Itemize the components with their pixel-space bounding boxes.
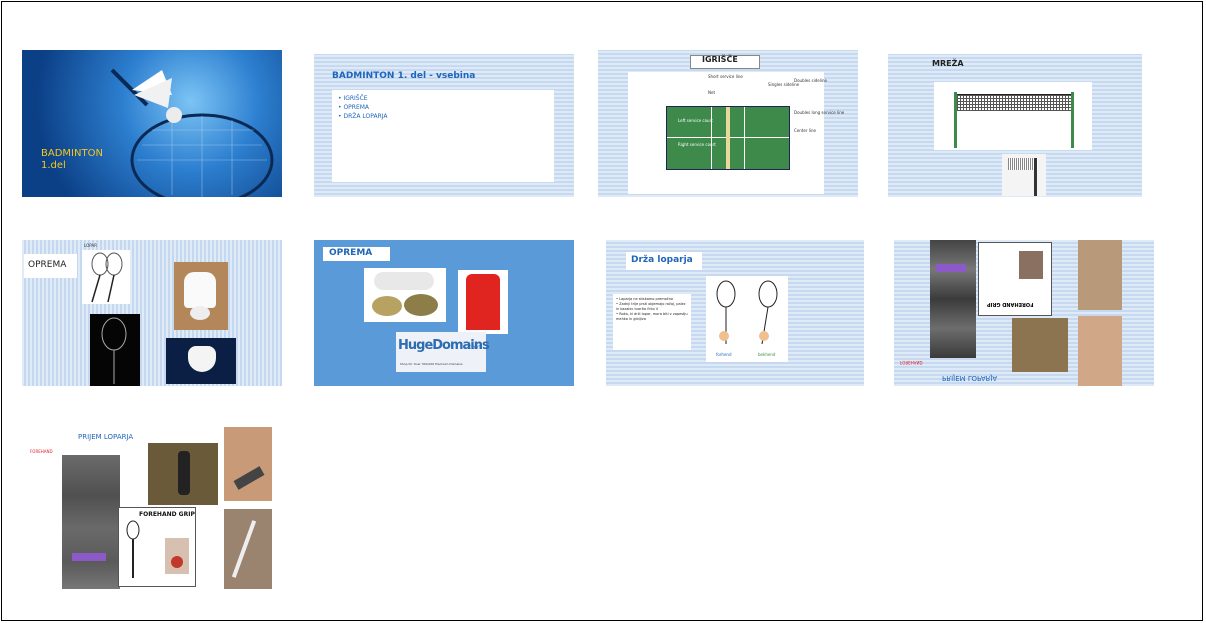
slide-thumbnail-4[interactable]: MREŽA bbox=[888, 54, 1142, 197]
slide-sorter-panel: BADMINTON 1.del BADMINTON 1. del - vsebi… bbox=[1, 1, 1203, 621]
slide-thumbnail-6[interactable]: OPREMA HugeDomains .com Shop for Over 30… bbox=[314, 240, 574, 386]
center-line-left bbox=[667, 137, 726, 138]
label-singles-sideline: Singles sideline bbox=[768, 82, 800, 87]
mirrored-label-forehand: FOREHAND bbox=[900, 360, 923, 365]
player-photo-mirrored bbox=[1012, 318, 1068, 372]
slide-thumbnail-2[interactable]: BADMINTON 1. del - vsebina • IGRIŠČE • O… bbox=[314, 54, 574, 197]
slide-3-title: IGRIŠČE bbox=[702, 55, 738, 64]
content-box: • IGRIŠČE • OPREMA • DRŽA LOPARJA bbox=[332, 90, 554, 182]
hugedomains-ad[interactable]: HugeDomains .com Shop for Over 300,000 P… bbox=[396, 332, 490, 372]
slide-thumbnail-3[interactable]: IGRIŠČE Short service line Doubles sidel… bbox=[598, 50, 858, 197]
slide-9-title: PRIJEM LOPARJA bbox=[78, 433, 134, 441]
ad-tagline: Shop for Over 300,000 Premium Domains bbox=[400, 362, 463, 366]
slide-1-title: BADMINTON bbox=[41, 148, 103, 159]
label-center-line: Center line bbox=[794, 128, 816, 133]
service-line-left bbox=[711, 107, 712, 169]
caption-forhend: forhend bbox=[716, 352, 732, 357]
shuttlecock-photo bbox=[174, 262, 228, 330]
label-net: Net bbox=[708, 90, 716, 95]
slide-thumbnail-7[interactable]: Drža loparja • Loparja ne stiskamo premo… bbox=[606, 240, 864, 386]
grip-racket-icon bbox=[716, 280, 778, 345]
label-racket: LOPAR bbox=[84, 243, 97, 248]
label-doubles-long-service-line: Doubles long service line bbox=[794, 110, 845, 115]
shoes-photo bbox=[364, 268, 446, 322]
bullet-box: • Loparja ne stiskamo premočno • Zadnji … bbox=[613, 294, 691, 350]
slide-1-subtitle: 1.del bbox=[41, 160, 66, 171]
slide-2-title: BADMINTON 1. del - vsebina bbox=[332, 71, 476, 81]
mirrored-label-forehand-grip: FOREHAND GRIP bbox=[987, 301, 1034, 307]
caption-bekhend: bekhend bbox=[758, 352, 776, 357]
grip-diagram: forhend bekhend bbox=[706, 276, 788, 362]
list-item: • Zadnji trije prsti objemajo ročaj, pal… bbox=[616, 302, 686, 311]
grip-diagram-mirrored: FOREHAND GRIP bbox=[978, 242, 1052, 316]
net-mesh bbox=[957, 94, 1071, 111]
net-line bbox=[726, 107, 730, 169]
list-item: • IGRIŠČE bbox=[338, 95, 368, 102]
racket-photo bbox=[82, 250, 130, 304]
label-left-service-court: Left service court bbox=[678, 118, 713, 123]
racket-icon bbox=[91, 252, 123, 303]
list-item: • DRŽA LOPARJA bbox=[338, 113, 388, 120]
shuttle-photo bbox=[1078, 240, 1122, 310]
slide-5-title: OPREMA bbox=[28, 260, 67, 270]
hand-grip-photo bbox=[1078, 316, 1122, 386]
hand-photo bbox=[224, 427, 272, 501]
bullet-list: • IGRIŠČE • OPREMA • DRŽA LOPARJA bbox=[338, 94, 388, 121]
net-diagram bbox=[934, 82, 1092, 150]
center-line-right bbox=[730, 137, 789, 138]
court-diagram bbox=[666, 106, 790, 170]
service-line-right bbox=[744, 107, 745, 169]
slide-thumbnail-5[interactable]: OPREMA LOPAR ŽOGICA bbox=[22, 240, 282, 386]
hands-photo-strip bbox=[62, 455, 120, 589]
label-forehand: FOREHAND bbox=[30, 449, 53, 454]
mirrored-title: PRIJEM LOPARJA bbox=[942, 374, 998, 382]
net-post-right bbox=[1071, 92, 1074, 148]
shirt-photo bbox=[458, 270, 508, 334]
label-forehand-grip: FOREHAND GRIP bbox=[139, 511, 195, 518]
list-item: • OPREMA bbox=[338, 104, 370, 111]
shuttlecock-blue-photo bbox=[166, 338, 236, 384]
slide-thumbnail-1[interactable]: BADMINTON 1.del bbox=[22, 50, 282, 197]
slide-6-title: OPREMA bbox=[329, 248, 373, 258]
bullet-list: • Loparja ne stiskamo premočno • Zadnji … bbox=[616, 297, 688, 322]
grip-racket-icon bbox=[126, 520, 189, 578]
grip-diagram: FOREHAND GRIP bbox=[118, 507, 196, 587]
player-photo bbox=[148, 443, 218, 505]
label-short-service-line: Short service line bbox=[708, 74, 743, 79]
slide-4-title: MREŽA bbox=[932, 59, 964, 68]
list-item: • Roka, ki drži lopar, mora biti v zapes… bbox=[616, 312, 688, 321]
slide-thumbnail-9[interactable]: PRIJEM LOPARJA FOREHAND FOREHAND GRIP bbox=[24, 427, 282, 589]
hands-photo-strip bbox=[930, 240, 976, 358]
label-right-service-court: Right service court bbox=[678, 142, 716, 147]
slide-thumbnail-8[interactable]: FOREHAND GRIP PRIJEM LOPARJA FOREHAND bbox=[894, 240, 1154, 386]
racket-shuttlecock-icon bbox=[110, 68, 274, 197]
racket-dark-photo bbox=[90, 314, 140, 386]
ad-suffix: .com bbox=[466, 344, 481, 351]
slide-7-title: Drža loparja bbox=[631, 255, 693, 265]
net-photo bbox=[1002, 154, 1046, 196]
racket-string-photo bbox=[224, 509, 272, 589]
